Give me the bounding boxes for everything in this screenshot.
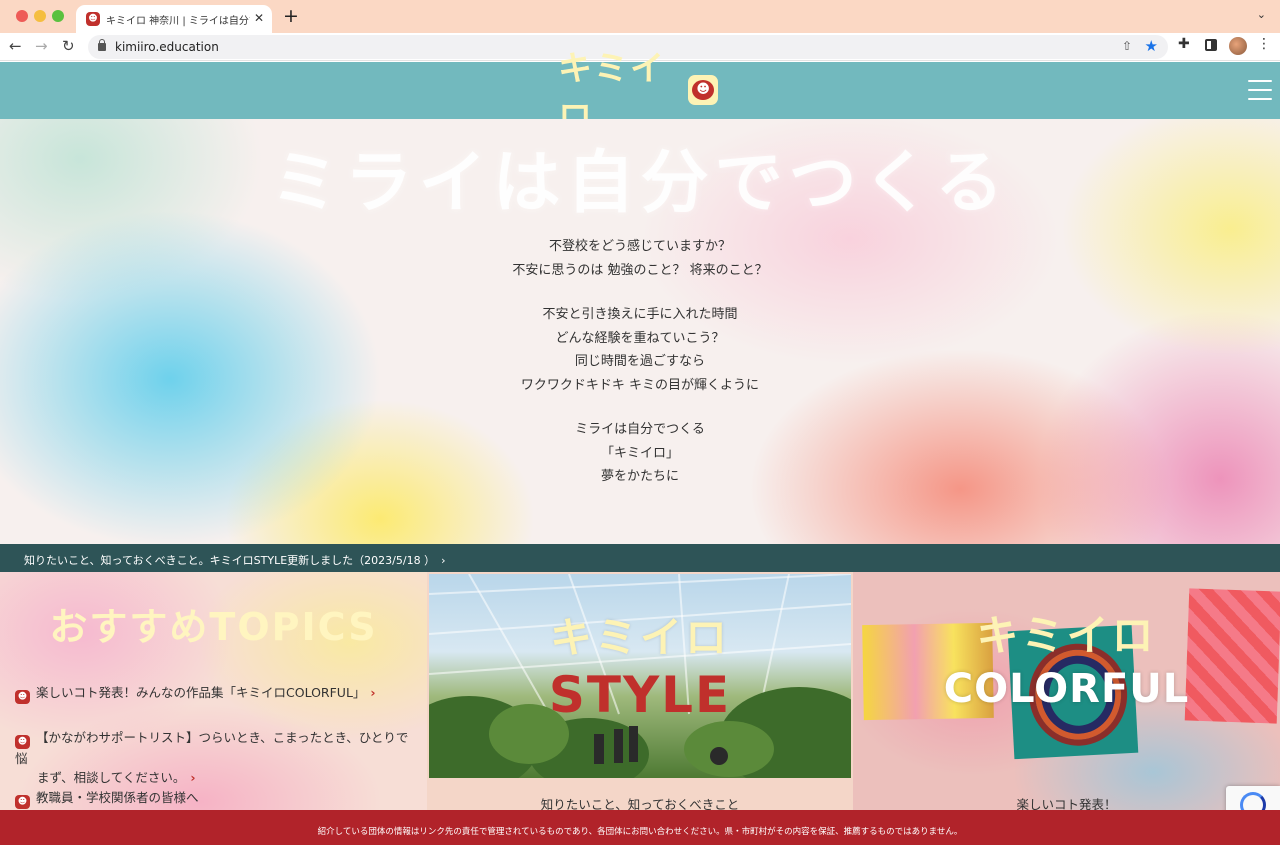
- browser-tabbar: ☻ キミイロ 神奈川 | ミライは自分で ✕ + ⌄: [0, 0, 1280, 33]
- kimiiro-face-icon: ☻: [15, 795, 30, 809]
- forward-icon[interactable]: →: [35, 37, 48, 55]
- hero-section: ミライは自分でつくる 不登校をどう感じていますか？ 不安に思うのは 勉強のこと？…: [0, 119, 1280, 544]
- tab-title: キミイロ 神奈川 | ミライは自分で: [106, 16, 250, 27]
- style-caption: 知りたいこと、知っておくべきこと: [540, 797, 740, 810]
- chevron-right-icon: ›: [190, 770, 196, 785]
- style-panel[interactable]: キミイロ STYLE 知りたいこと、知っておくべきこと: [427, 572, 853, 810]
- plus-icon[interactable]: +: [283, 5, 299, 27]
- poem-line: 同じ時間を過ごすなら: [574, 354, 706, 369]
- news-bar: 知りたいこと、知っておくべきこと。キミイロSTYLE更新しました（2023/5/…: [0, 544, 1280, 572]
- site-logo[interactable]: キミイロ ☻: [558, 49, 718, 138]
- share-icon[interactable]: ⇧: [1122, 39, 1132, 53]
- topics-panel: おすすめTOPICS ☻ 楽しいコト発表！みんなの作品集「キミイロCOLORFUL…: [0, 572, 427, 810]
- profile-icon[interactable]: [1229, 37, 1247, 55]
- colorful-panel[interactable]: キミイロ COLORFUL 楽しいコト発表！: [853, 572, 1280, 810]
- back-icon[interactable]: ←: [9, 37, 22, 55]
- hamburger-icon[interactable]: [1248, 80, 1272, 100]
- topic-item[interactable]: ☻ 楽しいコト発表！みんなの作品集「キミイロCOLORFUL」 ›: [15, 683, 420, 704]
- topic-item[interactable]: ☻ 【かながわサポートリスト】つらいとき、こまったとき、ひとりで悩 まず、相談して…: [15, 728, 420, 787]
- style-logo: キミイロ: [549, 613, 730, 662]
- extensions-icon[interactable]: ✚: [1178, 36, 1190, 52]
- sidepanel-icon[interactable]: [1205, 39, 1217, 51]
- hero-poem: 不登校をどう感じていますか？ 不安に思うのは 勉強のこと？ 将来のこと？ 不安と…: [0, 235, 1280, 489]
- chevron-down-icon[interactable]: ⌄: [1257, 8, 1266, 21]
- browser-tab[interactable]: ☻ キミイロ 神奈川 | ミライは自分で ✕: [76, 5, 272, 33]
- poem-line: 不安に思うのは 勉強のこと？ 将来のこと？: [512, 262, 768, 278]
- poem-line: どんな経験を重ねていこう？: [555, 330, 725, 346]
- disclaimer-text: 紹介している団体の情報はリンク先の責任で管理されているものであり、各団体にお問い…: [317, 827, 963, 837]
- colorful-caption: 楽しいコト発表！: [1016, 797, 1117, 810]
- close-window-button[interactable]: [16, 10, 28, 22]
- news-text: 知りたいこと、知っておくべきこと。キミイロSTYLE更新しました（2023/5/…: [24, 554, 436, 567]
- site-header: キミイロ ☻: [0, 49, 1280, 138]
- kimiiro-face-icon: ☻: [15, 690, 30, 704]
- kimiiro-face-icon: ☻: [15, 735, 30, 749]
- close-icon[interactable]: ✕: [254, 11, 264, 25]
- star-icon[interactable]: ★: [1145, 37, 1158, 55]
- greenhouse-photo: キミイロ STYLE: [429, 574, 851, 778]
- minimize-window-button[interactable]: [34, 10, 46, 22]
- topic-item[interactable]: ☻ 教職員・学校関係者の皆様へ: [15, 788, 420, 809]
- colorful-logo: キミイロ: [976, 611, 1157, 660]
- lock-icon[interactable]: [98, 39, 106, 51]
- poem-line: ミライは自分でつくる: [575, 422, 705, 437]
- poem-line: 夢をかたちに: [600, 469, 679, 484]
- chevron-right-icon: ›: [370, 685, 376, 700]
- chevron-right-icon: ›: [441, 554, 446, 567]
- disclaimer-bar: 紹介している団体の情報はリンク先の責任で管理されているものであり、各団体にお問い…: [0, 810, 1280, 845]
- url-text[interactable]: kimiiro.education: [115, 40, 219, 54]
- favicon-icon: ☻: [86, 12, 100, 26]
- kebab-icon[interactable]: ⋮: [1257, 36, 1271, 52]
- poem-line: 不登校をどう感じていますか？: [548, 239, 731, 254]
- poem-line: 「キミイロ」: [600, 445, 679, 461]
- poem-line: 不安と引き換えに手に入れた時間: [542, 307, 738, 322]
- maximize-window-button[interactable]: [52, 10, 64, 22]
- reload-icon[interactable]: ↻: [62, 37, 75, 55]
- colorful-word: COLORFUL: [943, 666, 1190, 712]
- kimiiro-face-icon: ☻: [688, 75, 718, 105]
- poem-line: ワクワクドキドキ キミの目が輝くように: [520, 377, 760, 393]
- topics-title: おすすめTOPICS: [49, 605, 378, 649]
- news-link[interactable]: 知りたいこと、知っておくべきこと。キミイロSTYLE更新しました（2023/5/…: [24, 552, 445, 568]
- style-word: STYLE: [548, 666, 732, 724]
- hero-title: ミライは自分でつくる: [270, 144, 1010, 223]
